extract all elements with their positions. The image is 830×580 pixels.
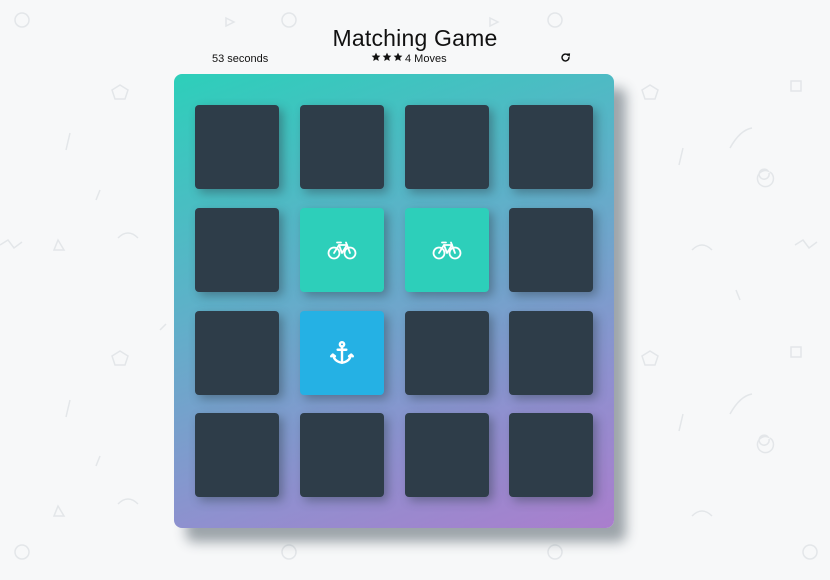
card[interactable] [509,311,593,395]
page-title: Matching Game [332,25,498,52]
anchor-icon [329,340,355,364]
card[interactable] [509,105,593,189]
star-rating [371,52,403,62]
card[interactable] [195,413,279,497]
card[interactable] [195,105,279,189]
card[interactable] [405,311,489,395]
card-open[interactable] [300,311,384,395]
star-icon [393,52,403,61]
card[interactable] [405,413,489,497]
card[interactable] [195,208,279,292]
score-panel: 53 seconds 4 Moves [212,52,580,69]
card-deck [174,74,614,528]
star-icon [371,52,381,61]
card-matched[interactable] [405,208,489,292]
bicycle-icon [327,241,357,260]
card[interactable] [300,413,384,497]
moves-counter: 4 Moves [405,53,447,65]
star-icon [382,52,392,61]
card[interactable] [509,208,593,292]
bicycle-icon [432,241,462,260]
card[interactable] [195,311,279,395]
restart-icon[interactable] [560,52,571,63]
card-matched[interactable] [300,208,384,292]
card[interactable] [405,105,489,189]
card[interactable] [509,413,593,497]
card[interactable] [300,105,384,189]
timer: 53 seconds [212,53,269,65]
